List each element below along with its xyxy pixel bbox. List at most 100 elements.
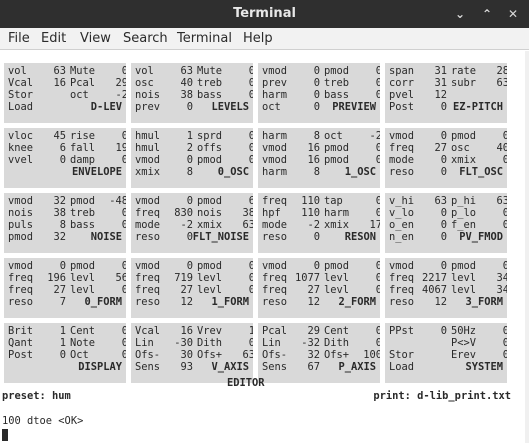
panel-row: freq 2217 levl 34 [389,272,507,284]
panel-row: PPst 0 50Hz 0 [389,325,507,337]
panel-row: mode -2 xmix 17 [262,219,380,231]
param-label: nois [135,89,161,101]
param-label: vmod [8,195,34,207]
param-label: f_en [451,219,477,231]
param-value: 63 [53,65,66,77]
param-value: 0 [248,272,253,284]
panel-row: Post 0 Oct 0 [8,349,126,361]
param-label: Load [389,361,415,373]
param-value: 0 [121,65,126,77]
param-value: 63 [496,195,507,207]
maximize-icon[interactable]: ⌃ [477,4,497,24]
param-value: 0 [440,130,447,142]
param-label: mode [135,219,161,231]
panel-row: v_lo 0 p_lo 0 [389,207,507,219]
terminal-area[interactable]: vol 63 Mute 0 Vcal 16 Pcal 29 Stor oct -2 Load D-LEV… [0,51,529,443]
panel-row: prev 0 LEVELS [135,101,253,113]
param-label: vmod [135,195,161,207]
panel-pv-fmod: v_hi 63 p_hi 63 v_lo 0 p_lo 0 o_en 0 f_en 0 n_en 0 PV_… [385,193,507,253]
param-label: fall [70,142,96,154]
close-icon[interactable]: ✕ [503,4,523,24]
panel-row: vmod 0 pmod 0 [8,260,126,272]
param-label: harm [262,89,288,101]
panel-row: freq 196 levl 56 [8,272,126,284]
panel-row: vvel 0 damp 0 [8,154,126,166]
param-value: -2 [369,130,380,142]
editor-label: EDITOR [227,377,265,389]
param-label: vmod [262,65,288,77]
panel-row: prev 0 treb 0 [262,77,380,89]
panel-row: Brit 1 Cent 0 [8,325,126,337]
panel-title: 1_FORM [211,296,249,308]
menu-file[interactable]: File [8,31,30,46]
scrollbar[interactable] [525,51,529,443]
panel-0-form: vmod 0 pmod 0 freq 196 levl 56 freq 27 levl 0 reso 7 0… [4,258,126,318]
param-value: -32 [301,337,320,349]
param-value: 17 [369,219,380,231]
panel-row: o_en 0 f_en 0 [389,219,507,231]
param-value: 45 [53,130,66,142]
param-label: subr [451,77,477,89]
menu-view[interactable]: View [80,31,111,46]
panel-title: 3_FORM [465,296,503,308]
panel-row: vmod 0 pmod 0 [135,260,253,272]
param-value: 0 [248,130,253,142]
param-label: Vcal [8,77,34,89]
panel-row: Ofs- 30 Ofs+ 63 [135,349,253,361]
param-value: 0 [502,349,507,361]
panel-flt-osc: vmod 0 pmod 0 freq 27 osc 40 mode 0 xmix 0 reso 0 FLT_… [385,128,507,188]
param-value: 0 [248,77,253,89]
param-label: Ofs+ [197,349,223,361]
panel-1-form: vmod 0 pmod 0 freq 719 levl 0 freq 27 levl 0 reso 12 1… [131,258,253,318]
param-value: 32 [53,195,66,207]
param-value: 67 [307,361,320,373]
panel-row: harm 0 bass 0 [262,89,380,101]
panel-title: D-LEV [90,101,122,113]
param-label: harm [324,207,350,219]
param-label: vmod [389,130,415,142]
menu-terminal[interactable]: Terminal [177,31,232,46]
param-label: Qant [8,337,34,349]
param-label: xmix [324,219,350,231]
panel-row: freq 110 tap 0 [262,195,380,207]
param-label: levl [70,284,96,296]
param-label: oct [262,101,281,113]
minimize-icon[interactable]: ⌄ [450,4,470,24]
param-value: -30 [174,337,193,349]
panel-row: Sens 67 P_AXIS [262,361,380,373]
panel-row: vmod 0 pmod 0 [135,154,253,166]
param-label: freq [8,284,34,296]
menu-search[interactable]: Search [123,31,168,46]
param-label: reso [389,296,415,308]
param-value: -2 [307,219,320,231]
param-value: 0 [502,337,507,349]
panel-levels: vol 63 Mute 0 osc 40 treb 0 nois 38 bass 0 prev 0 LEVE… [131,63,253,123]
param-label: damp [70,154,96,166]
param-value: 0 [375,284,380,296]
param-label: bass [324,89,350,101]
param-value: 2 [186,142,193,154]
param-value: 0 [248,89,253,101]
panel-row: Load SYSTEM [389,361,507,373]
param-label: nois [197,207,223,219]
param-value: 0 [248,260,253,272]
panel-row: span 31 rate 28 [389,65,507,77]
panel-noise: vmod 32 pmod -48 nois 38 treb 0 puls 8 bass 0 pmod 32… [4,193,126,253]
param-label: vloc [8,130,34,142]
param-label: pmod [451,260,477,272]
panel-title: EZ-PITCH [452,101,503,113]
param-value: 32 [307,349,320,361]
param-label: n_en [389,231,415,243]
panel-title: DISPLAY [78,361,122,373]
param-label: rate [451,65,477,77]
param-value: 0 [440,166,447,178]
param-label: bass [70,219,96,231]
menu-help[interactable]: Help [243,31,273,46]
menu-edit[interactable]: Edit [41,31,66,46]
panel-row: hmul 1 sprd 0 [135,130,253,142]
param-label: freq [389,142,415,154]
param-value: 0 [440,325,447,337]
param-label: prev [135,101,161,113]
panel-row: puls 8 bass 0 [8,219,126,231]
param-value: 0 [440,154,447,166]
